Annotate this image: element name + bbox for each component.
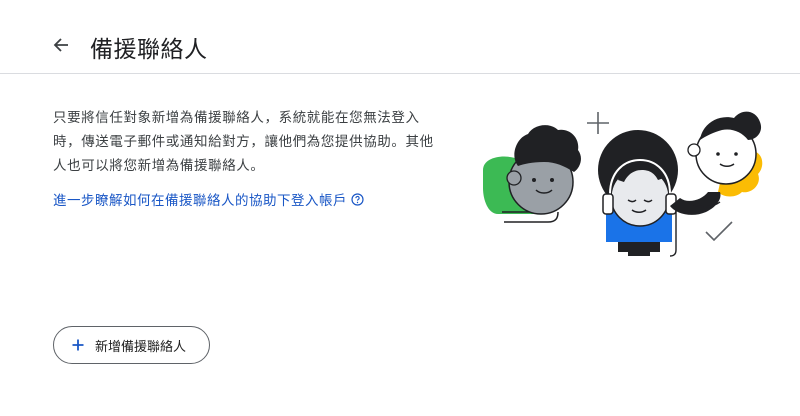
learn-more-label: 進一步瞭解如何在備援聯絡人的協助下登入帳戶: [53, 193, 347, 209]
learn-more-link[interactable]: 進一步瞭解如何在備援聯絡人的協助下登入帳戶: [53, 189, 364, 209]
page-header: 備援聯絡人: [0, 0, 800, 74]
description-text: 只要將信任對象新增為備援聯絡人，系統就能在您無法登入時，傳送電子郵件或通知給對方…: [53, 110, 434, 174]
page-title: 備援聯絡人: [90, 37, 208, 63]
back-button[interactable]: [46, 32, 76, 62]
plus-icon: [71, 338, 85, 352]
arrow-back-icon: [52, 36, 70, 58]
recovery-contacts-page: 備援聯絡人 只要將信任對象新增為備援聯絡人，系統就能在您無法登入時，傳送電子郵件…: [0, 0, 800, 416]
recovery-contacts-illustration: [478, 100, 788, 260]
add-recovery-contact-button[interactable]: 新增備援聯絡人: [53, 326, 210, 364]
add-button-label: 新增備援聯絡人: [95, 339, 187, 355]
help-circle-icon: [351, 192, 364, 206]
